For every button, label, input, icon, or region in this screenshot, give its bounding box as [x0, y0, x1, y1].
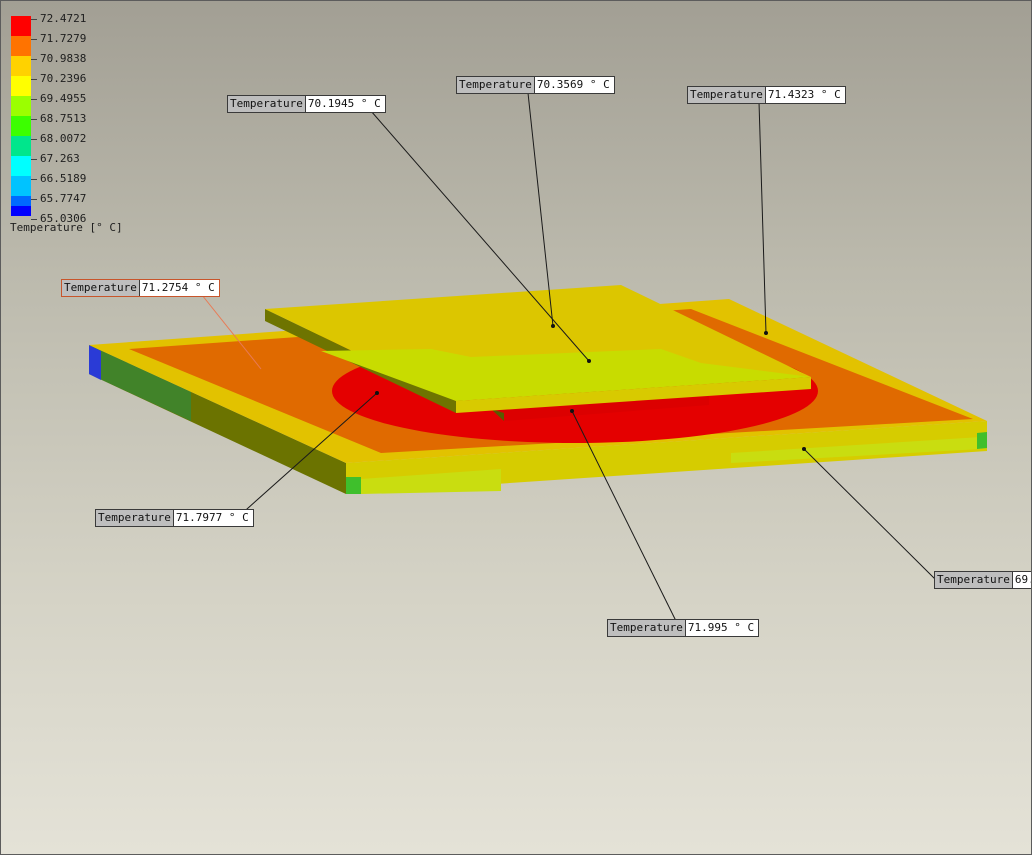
legend-value: 70.2396	[40, 72, 87, 85]
temperature-probe[interactable]: Temperature 69.9	[934, 571, 1031, 589]
probe-leader-line	[758, 101, 767, 334]
probe-label: Temperature	[935, 572, 1013, 588]
legend-tick	[31, 19, 37, 20]
legend-swatch	[11, 156, 31, 176]
probe-label: Temperature	[62, 280, 140, 296]
legend-value: 71.7279	[40, 32, 87, 45]
legend-value: 65.7747	[40, 192, 87, 205]
legend-value: 69.4955	[40, 92, 87, 105]
legend-swatch	[11, 76, 31, 96]
legend-swatch	[11, 56, 31, 76]
legend-tick	[31, 39, 37, 40]
legend-swatch	[11, 116, 31, 136]
legend-tick	[31, 59, 37, 60]
probe-label: Temperature	[96, 510, 174, 526]
probe-point	[375, 391, 379, 395]
temperature-probe[interactable]: Temperature 71.2754 ° C	[61, 279, 220, 297]
legend-swatch	[11, 36, 31, 56]
probe-label: Temperature	[457, 77, 535, 93]
legend-swatch	[11, 206, 31, 216]
temperature-probe[interactable]: Temperature 71.4323 ° C	[687, 86, 846, 104]
legend-swatch	[11, 136, 31, 156]
probe-label: Temperature	[608, 620, 686, 636]
legend-tick	[31, 99, 37, 100]
probe-value: 70.3569 ° C	[534, 77, 614, 93]
legend-value: 68.0072	[40, 132, 87, 145]
legend-tick	[31, 139, 37, 140]
base-plate-corner-green	[977, 432, 987, 449]
probe-point	[570, 409, 574, 413]
legend-value: 70.9838	[40, 52, 87, 65]
probe-point	[551, 324, 555, 328]
probe-point	[764, 331, 768, 335]
legend-swatch	[11, 176, 31, 196]
legend-value: 67.263	[40, 152, 80, 165]
temperature-probe[interactable]: Temperature 70.1945 ° C	[227, 95, 386, 113]
probe-value: 71.7977 ° C	[173, 510, 253, 526]
probe-value: 71.4323 ° C	[765, 87, 845, 103]
legend-value: 68.7513	[40, 112, 87, 125]
probe-point	[587, 359, 591, 363]
probe-label: Temperature	[688, 87, 766, 103]
probe-point	[802, 447, 806, 451]
temperature-probe[interactable]: Temperature 71.995 ° C	[607, 619, 760, 637]
probe-value: 71.2754 ° C	[139, 280, 219, 296]
base-plate-left-edge-blue	[89, 345, 101, 380]
legend-tick	[31, 79, 37, 80]
probe-value: 69.9	[1012, 572, 1031, 588]
thermal-model-scene[interactable]	[1, 1, 1032, 855]
legend-value: 72.4721	[40, 12, 87, 25]
legend-tick	[31, 219, 37, 220]
probe-value: 70.1945 ° C	[305, 96, 385, 112]
base-plate-corner-green	[346, 477, 361, 494]
legend-tick	[31, 159, 37, 160]
3d-viewport[interactable]: 72.4721 71.7279 70.9838 70.2396 69.4955 68.75…	[0, 0, 1032, 855]
probe-leader-line	[803, 448, 936, 580]
legend-tick	[31, 199, 37, 200]
legend-value: 66.5189	[40, 172, 87, 185]
legend-title: Temperature [° C]	[10, 221, 123, 234]
legend-tick	[31, 119, 37, 120]
temperature-probe[interactable]: Temperature 70.3569 ° C	[456, 76, 615, 94]
legend-tick	[31, 179, 37, 180]
legend-swatch	[11, 96, 31, 116]
temperature-probe[interactable]: Temperature 71.7977 ° C	[95, 509, 254, 527]
probe-label: Temperature	[228, 96, 306, 112]
legend-swatch	[11, 16, 31, 36]
probe-value: 71.995 ° C	[685, 620, 759, 636]
